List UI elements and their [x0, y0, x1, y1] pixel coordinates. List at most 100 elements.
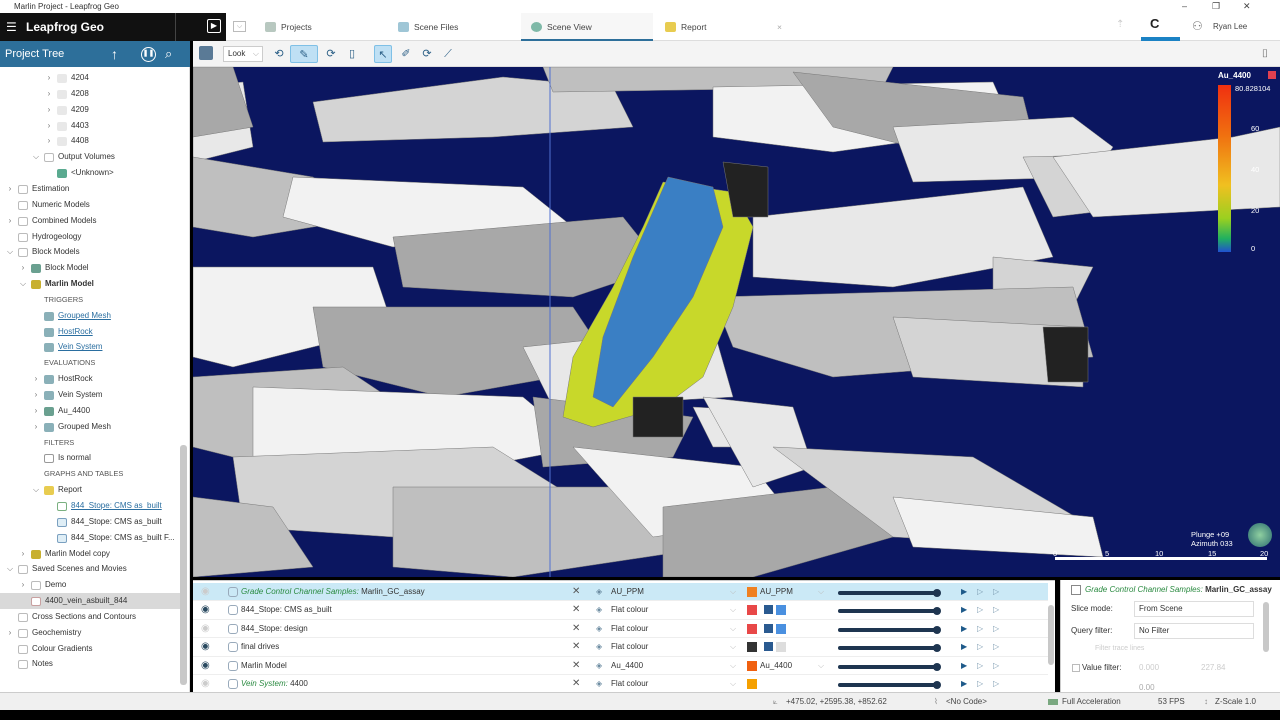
colour-swatch[interactable]: [747, 587, 757, 597]
tree-item[interactable]: 4400_vein_asbuilt_844: [0, 593, 180, 609]
tree-item[interactable]: GRAPHS AND TABLES: [0, 466, 180, 482]
style-select[interactable]: Flat colour: [611, 675, 648, 693]
collapse-arrow-icon[interactable]: ⌵: [6, 244, 14, 260]
tree-item[interactable]: <Unknown>: [0, 165, 180, 181]
expand-arrow-icon[interactable]: ›: [6, 181, 14, 197]
tree-item[interactable]: Colour Gradients: [0, 641, 180, 657]
expand-arrow-icon[interactable]: ›: [19, 577, 27, 593]
colour-swatch[interactable]: [747, 679, 757, 689]
user-name[interactable]: Ryan Lee: [1213, 22, 1247, 31]
tree-item[interactable]: › Block Model: [0, 260, 180, 276]
colormap-select[interactable]: AU_PPM: [760, 583, 793, 601]
pencil-icon[interactable]: ✐: [397, 45, 415, 63]
render-outline-icon[interactable]: ▷: [977, 601, 983, 619]
tree-item[interactable]: ⌵ Output Volumes: [0, 149, 180, 165]
tab-report[interactable]: Report ×: [655, 13, 790, 41]
play-button[interactable]: ▶: [175, 13, 226, 41]
expand-arrow-icon[interactable]: ›: [45, 133, 53, 149]
eye-icon[interactable]: ◉: [201, 638, 210, 656]
tree-item[interactable]: › Au_4400: [0, 403, 180, 419]
opacity-slider[interactable]: [838, 625, 941, 634]
colour-swatch[interactable]: [747, 605, 757, 616]
tree-item[interactable]: 844_Stope: CMS as_built: [0, 514, 180, 530]
collapse-arrow-icon[interactable]: ⌵: [6, 561, 14, 577]
opacity-slider[interactable]: [838, 662, 941, 671]
minimize-button[interactable]: –: [1182, 0, 1187, 13]
render-transparent-icon[interactable]: ▷: [993, 601, 999, 619]
slice-icon[interactable]: ▯: [343, 45, 361, 63]
rotate-icon[interactable]: ⟲: [270, 45, 288, 63]
restore-button[interactable]: ❐: [1212, 0, 1220, 13]
tab-projects[interactable]: Projects: [255, 13, 385, 41]
style-select[interactable]: Flat colour: [611, 620, 648, 638]
expand-arrow-icon[interactable]: ›: [45, 70, 53, 86]
look-dropdown[interactable]: Look ⌵: [223, 46, 263, 62]
tree-item[interactable]: Hydrogeology: [0, 229, 180, 245]
filter-trace-lines-link[interactable]: Filter trace lines: [1095, 645, 1144, 652]
expand-arrow-icon[interactable]: ›: [6, 625, 14, 641]
render-outline-icon[interactable]: ▷: [977, 620, 983, 638]
render-outline-icon[interactable]: ▷: [977, 657, 983, 675]
refresh-icon[interactable]: ⟳: [322, 45, 340, 63]
tab-scene-view[interactable]: Scene View: [521, 13, 653, 41]
ruler-icon[interactable]: ⟋: [439, 45, 457, 63]
opacity-slider[interactable]: [838, 589, 941, 597]
search-icon[interactable]: ⌕: [165, 41, 172, 67]
remove-icon[interactable]: ✕: [572, 657, 580, 675]
expand-arrow-icon[interactable]: ›: [32, 403, 40, 419]
chevron-down-icon[interactable]: ⌵: [730, 675, 736, 693]
tree-item[interactable]: › 4204: [0, 70, 180, 86]
render-transparent-icon[interactable]: ▷: [993, 638, 999, 656]
pause-icon[interactable]: ❚❚: [141, 47, 156, 62]
tree-scrollbar[interactable]: [180, 445, 187, 685]
eye-icon[interactable]: ◉: [201, 657, 210, 675]
value-filter-checkbox[interactable]: [1072, 664, 1080, 672]
style-select[interactable]: AU_PPM: [611, 583, 644, 601]
tree-item[interactable]: › Geochemistry: [0, 625, 180, 641]
tree-item[interactable]: 844_Stope: CMS as_built: [0, 498, 180, 514]
user-icon[interactable]: ⚇: [1192, 19, 1203, 33]
chevron-down-icon[interactable]: ⌵: [730, 657, 736, 675]
chevron-down-icon[interactable]: ⌵: [730, 583, 736, 601]
tree-item[interactable]: HostRock: [0, 324, 180, 340]
render-solid-icon[interactable]: ▶: [961, 583, 967, 601]
render-transparent-icon[interactable]: ▷: [993, 657, 999, 675]
expand-arrow-icon[interactable]: ›: [45, 118, 53, 134]
camera-icon[interactable]: ⌷: [1256, 45, 1274, 63]
sync-icon[interactable]: ⟳: [418, 45, 436, 63]
chevron-down-icon[interactable]: ⌵: [818, 583, 824, 601]
close-tab-icon[interactable]: ×: [777, 13, 782, 41]
render-outline-icon[interactable]: ▷: [977, 675, 983, 693]
checkbox[interactable]: [764, 623, 773, 633]
render-solid-icon[interactable]: ▶: [961, 601, 967, 619]
render-solid-icon[interactable]: ▶: [961, 620, 967, 638]
tree-item[interactable]: FILTERS: [0, 435, 180, 451]
close-window-button[interactable]: ✕: [1243, 0, 1251, 13]
opacity-slider[interactable]: [838, 644, 941, 653]
colour-swatch[interactable]: [747, 660, 757, 671]
backface-swatch[interactable]: [776, 605, 786, 616]
expand-arrow-icon[interactable]: ›: [32, 371, 40, 387]
remove-icon[interactable]: ✕: [572, 620, 580, 638]
scene-list-row[interactable]: ◉ 844_Stope: CMS as_built ✕ ◈ Flat colour ⌵ ▶ ▷…: [193, 601, 1048, 620]
remove-icon[interactable]: ✕: [572, 583, 580, 601]
list-scrollbar[interactable]: [1048, 605, 1054, 665]
eye-hidden-icon[interactable]: ◉: [201, 583, 210, 601]
tree-item[interactable]: ⌵ Marlin Model: [0, 276, 180, 292]
tree-item[interactable]: › 4408: [0, 133, 180, 149]
chevron-down-icon[interactable]: ⌵: [730, 601, 736, 619]
remove-icon[interactable]: ✕: [572, 675, 580, 693]
slice-mode-select[interactable]: From Scene: [1134, 601, 1254, 617]
acceleration-status[interactable]: Full Acceleration: [1062, 693, 1121, 711]
tree-item[interactable]: Is normal: [0, 450, 180, 466]
collapse-arrow-icon[interactable]: ⌵: [32, 482, 40, 498]
remove-icon[interactable]: ✕: [572, 601, 580, 619]
tree-item[interactable]: EVALUATIONS: [0, 355, 180, 371]
tree-item[interactable]: › 4208: [0, 86, 180, 102]
tabs-dropdown[interactable]: ⌵: [233, 21, 246, 32]
tab-scene-files[interactable]: Scene Files: [388, 13, 518, 41]
pin-icon[interactable]: ⇡: [1116, 19, 1124, 30]
expand-arrow-icon[interactable]: ›: [45, 86, 53, 102]
tree-item[interactable]: Numeric Models: [0, 197, 180, 213]
tree-item[interactable]: Cross Sections and Contours: [0, 609, 180, 625]
